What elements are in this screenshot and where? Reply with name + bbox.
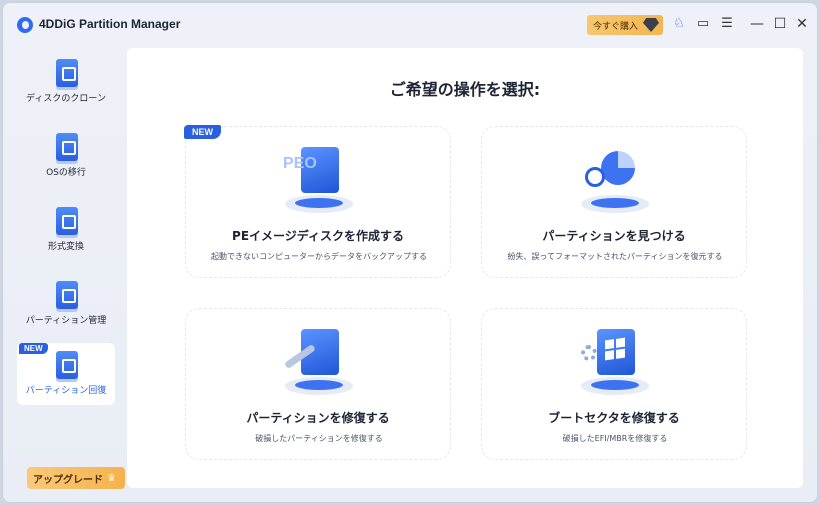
card-title: パーティションを修復する bbox=[246, 411, 390, 425]
disk-clone-icon bbox=[56, 59, 78, 87]
main-panel: ご希望の操作を選択: NEW PEO PEイメージディスクを作成する 起動できな… bbox=[127, 48, 803, 488]
card-title: パーティションを見つける bbox=[542, 229, 686, 243]
feedback-icon[interactable]: ▭ bbox=[695, 16, 711, 32]
sidebar-item-convert[interactable]: 形式変換 bbox=[17, 199, 115, 261]
title-bar: 4DDiG Partition Manager 今すぐ購入 ♘ ▭ ☰ — ☐ … bbox=[3, 3, 817, 43]
upgrade-button[interactable]: アップグレード ♛ bbox=[27, 467, 125, 489]
card-description: 破損したEFI/MBRを修復する bbox=[562, 434, 668, 443]
repair-partition-illustration bbox=[279, 323, 359, 403]
card-description: 紛失、誤ってフォーマットされたパーティションを復元する bbox=[507, 252, 723, 261]
sidebar-item-label: パーティション管理 bbox=[25, 316, 107, 326]
card-find-partition[interactable]: パーティションを見つける 紛失、誤ってフォーマットされたパーティションを復元する bbox=[481, 126, 747, 278]
card-repair-partition[interactable]: パーティションを修復する 破損したパーティションを修復する bbox=[185, 308, 451, 460]
gem-icon bbox=[643, 18, 659, 32]
maximize-icon[interactable]: ☐ bbox=[771, 15, 789, 33]
card-create-pe-disk[interactable]: NEW PEO PEイメージディスクを作成する 起動できないコンピューターからデ… bbox=[184, 125, 451, 278]
sidebar-item-partition-recover[interactable]: NEW パーティション回復 bbox=[17, 343, 115, 405]
partition-recover-icon bbox=[56, 351, 78, 379]
crown-icon: ♛ bbox=[107, 472, 116, 484]
upgrade-label: アップグレード bbox=[33, 474, 103, 486]
close-icon[interactable]: ✕ bbox=[793, 15, 811, 33]
sidebar-item-label: パーティション回復 bbox=[25, 386, 107, 396]
sidebar: ディスクのクローン OSの移行 形式変換 パーティション管理 NEW パーティシ… bbox=[3, 43, 125, 502]
sidebar-item-os-migrate[interactable]: OSの移行 bbox=[17, 125, 115, 187]
card-description: 起動できないコンピューターからデータをバックアップする bbox=[211, 252, 427, 261]
new-badge: NEW bbox=[184, 125, 221, 139]
page-title: ご希望の操作を選択: bbox=[389, 80, 541, 99]
card-repair-boot-sector[interactable]: ブートセクタを修復する 破損したEFI/MBRを修復する bbox=[481, 308, 747, 460]
repair-boot-illustration bbox=[575, 323, 655, 403]
new-badge: NEW bbox=[19, 343, 48, 354]
find-partition-illustration bbox=[575, 141, 655, 221]
card-title: ブートセクタを修復する bbox=[548, 411, 680, 425]
app-window: 4DDiG Partition Manager 今すぐ購入 ♘ ▭ ☰ — ☐ … bbox=[2, 2, 818, 503]
buy-now-label: 今すぐ購入 bbox=[593, 21, 639, 32]
card-description: 破損したパーティションを修復する bbox=[255, 434, 383, 443]
app-logo-icon bbox=[17, 17, 33, 33]
os-migrate-icon bbox=[56, 133, 78, 161]
pin-icon[interactable]: ♘ bbox=[671, 16, 687, 32]
pe-disk-illustration: PEO bbox=[279, 141, 359, 221]
sidebar-item-partition-manage[interactable]: パーティション管理 bbox=[17, 273, 115, 335]
sidebar-item-label: OSの移行 bbox=[46, 168, 86, 178]
minimize-icon[interactable]: — bbox=[748, 15, 766, 33]
card-title: PEイメージディスクを作成する bbox=[232, 229, 404, 243]
sidebar-item-label: 形式変換 bbox=[47, 242, 84, 252]
menu-icon[interactable]: ☰ bbox=[719, 16, 735, 32]
sidebar-item-label: ディスクのクローン bbox=[26, 94, 106, 104]
convert-icon bbox=[56, 207, 78, 235]
buy-now-button[interactable]: 今すぐ購入 bbox=[587, 15, 663, 35]
app-title: 4DDiG Partition Manager bbox=[39, 17, 181, 31]
sidebar-item-disk-clone[interactable]: ディスクのクローン bbox=[17, 51, 115, 113]
partition-manage-icon bbox=[56, 281, 78, 309]
